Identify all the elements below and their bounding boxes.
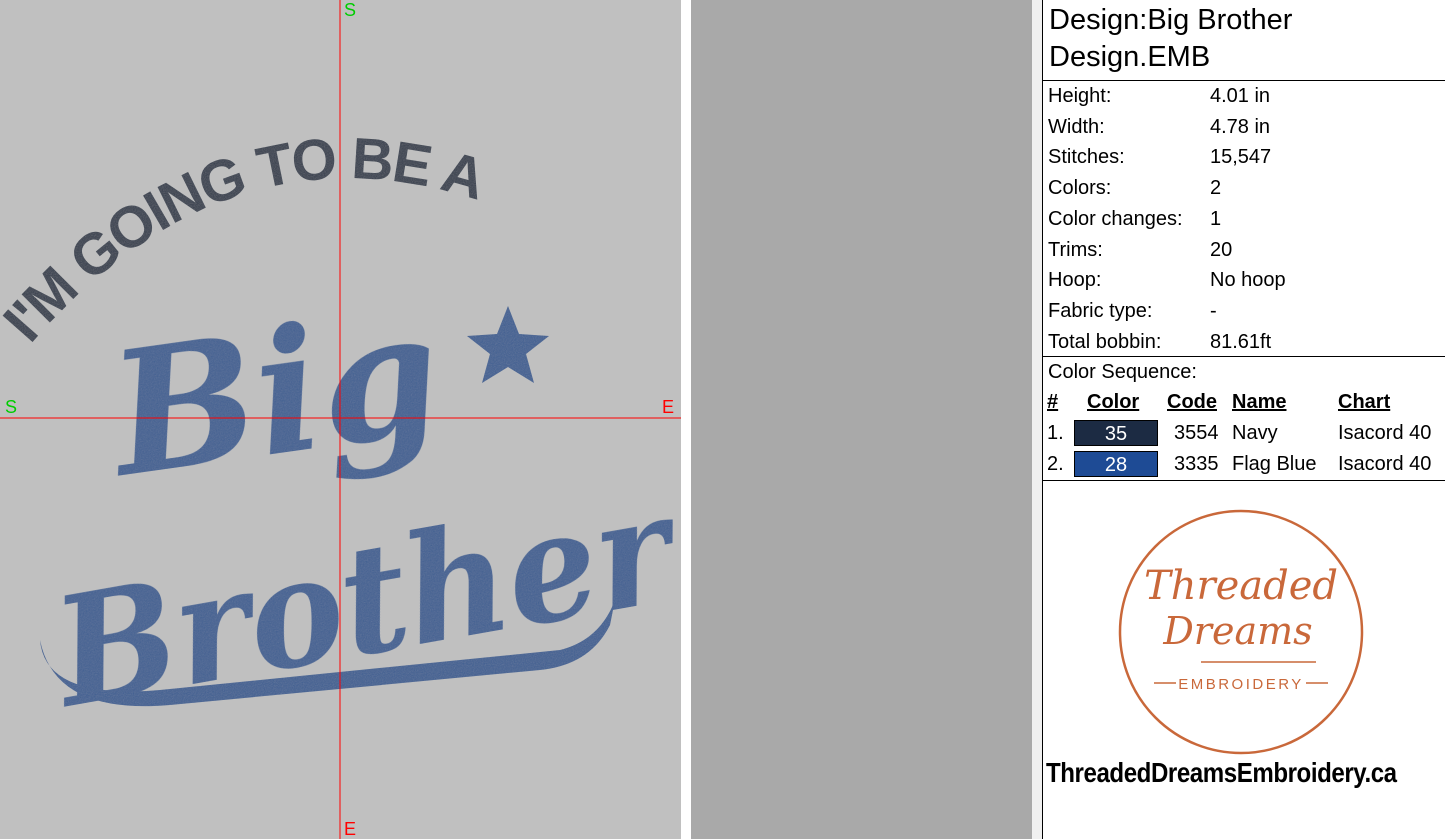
axis-end-bottom: E (344, 819, 357, 839)
color-row-code: 3554 (1174, 422, 1219, 444)
property-label: Stitches: (1048, 146, 1125, 168)
col-header-color: Color (1087, 391, 1140, 413)
color-row-name: Flag Blue (1232, 453, 1317, 475)
design-filename: Design.EMB (1049, 41, 1211, 73)
axis-end-right: E (662, 397, 675, 417)
pane-separator (681, 0, 691, 839)
col-header-name: Name (1232, 391, 1287, 413)
logo-line-embroidery: EMBROIDERY (1178, 676, 1304, 693)
design-preview: I'M GOING TO BE A Big Brother (0, 0, 681, 839)
property-value: 1 (1210, 208, 1222, 230)
divider (1043, 356, 1445, 357)
property-value: 81.61ft (1210, 331, 1272, 353)
logo-line-threaded: Threaded (1144, 563, 1338, 609)
property-value: 4.01 in (1210, 85, 1271, 107)
axis-start-left: S (5, 397, 18, 417)
color-row-chart: Isacord 40 (1338, 422, 1432, 444)
property-value: 15,547 (1210, 146, 1272, 168)
property-label: Trims: (1048, 239, 1103, 261)
col-header-num: # (1047, 391, 1059, 413)
property-value: No hoop (1210, 269, 1286, 291)
property-value: 20 (1210, 239, 1233, 261)
property-label: Fabric type: (1048, 300, 1153, 322)
website-footer[interactable]: ThreadedDreamsEmbroidery.ca (1046, 757, 1397, 789)
property-label: Hoop: (1048, 269, 1102, 291)
threaded-dreams-logo: Threaded Dreams EMBROIDERY (1118, 509, 1364, 755)
design-info-panel: Design:Big Brother Design.EMB Height: 4.0… (1032, 0, 1445, 839)
divider (1043, 80, 1445, 81)
color-row-num: 2. (1047, 453, 1064, 475)
design-canvas[interactable]: I'M GOING TO BE A Big Brother S S E E (0, 0, 681, 839)
logo-line-dreams: Dreams (1162, 609, 1312, 653)
color-row-name: Navy (1232, 422, 1278, 444)
design-big-text: Big (96, 272, 452, 516)
property-value: - (1210, 300, 1217, 322)
property-label: Colors: (1048, 177, 1112, 199)
property-label: Color changes: (1048, 208, 1183, 230)
design-title: Design:Big Brother Design.EMB (1049, 2, 1292, 76)
empty-preview-pane (691, 0, 1032, 839)
star-icon (467, 306, 549, 383)
property-value: 4.78 in (1210, 116, 1271, 138)
property-label: Height: (1048, 85, 1112, 107)
color-sequence-title: Color Sequence: (1048, 361, 1197, 383)
axis-start-top: S (344, 0, 357, 20)
divider (1043, 480, 1445, 481)
color-row-code: 3335 (1174, 453, 1219, 475)
col-header-code: Code (1167, 391, 1217, 413)
property-value: 2 (1210, 177, 1222, 199)
panel-gutter (1032, 0, 1042, 839)
color-swatch: 35 (1074, 420, 1158, 446)
color-row-num: 1. (1047, 422, 1064, 444)
col-header-chart: Chart (1338, 391, 1391, 413)
property-label: Total bobbin: (1048, 331, 1162, 353)
property-label: Width: (1048, 116, 1105, 138)
color-row-chart: Isacord 40 (1338, 453, 1432, 475)
color-swatch: 28 (1074, 451, 1158, 477)
design-name: Design:Big Brother (1049, 4, 1293, 36)
panel-border (1042, 0, 1043, 839)
